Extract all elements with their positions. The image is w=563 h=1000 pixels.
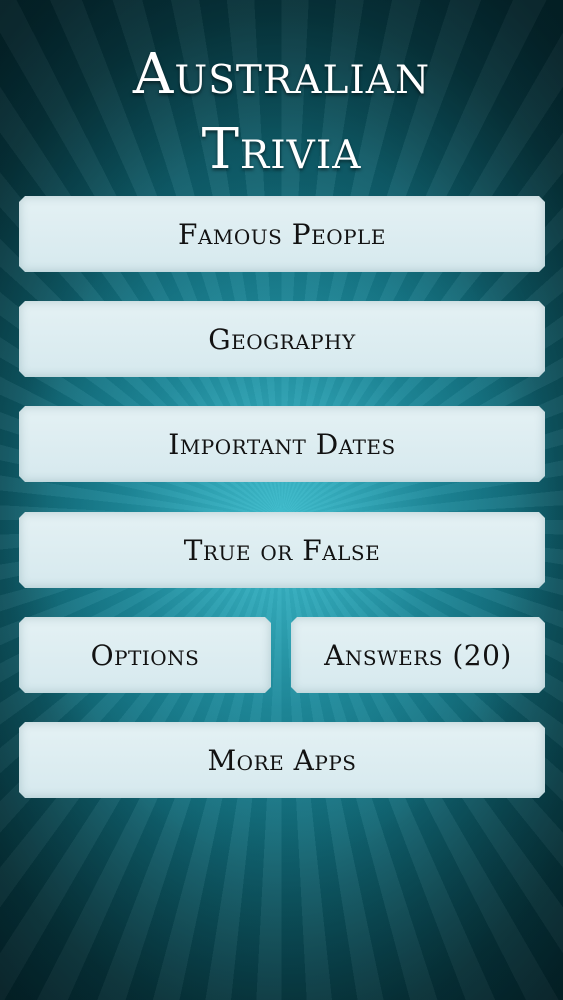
true-or-false-button[interactable]: True or False xyxy=(19,512,545,588)
important-dates-label: Important Dates xyxy=(168,427,396,461)
geography-label: Geography xyxy=(208,322,356,356)
app-title-line1: Australian xyxy=(132,42,431,107)
true-or-false-label: True or False xyxy=(183,533,381,567)
geography-button[interactable]: Geography xyxy=(19,301,545,377)
more-apps-label: More Apps xyxy=(207,743,357,777)
options-button[interactable]: Options xyxy=(19,617,271,693)
options-label: Options xyxy=(90,638,200,672)
important-dates-button[interactable]: Important Dates xyxy=(19,406,545,482)
famous-people-label: Famous People xyxy=(178,217,386,251)
answers-label: Answers (20) xyxy=(324,638,512,672)
answers-button[interactable]: Answers (20) xyxy=(291,617,545,693)
more-apps-button[interactable]: More Apps xyxy=(19,722,545,798)
app-title-line2: Trivia xyxy=(201,117,362,182)
famous-people-button[interactable]: Famous People xyxy=(19,196,545,272)
